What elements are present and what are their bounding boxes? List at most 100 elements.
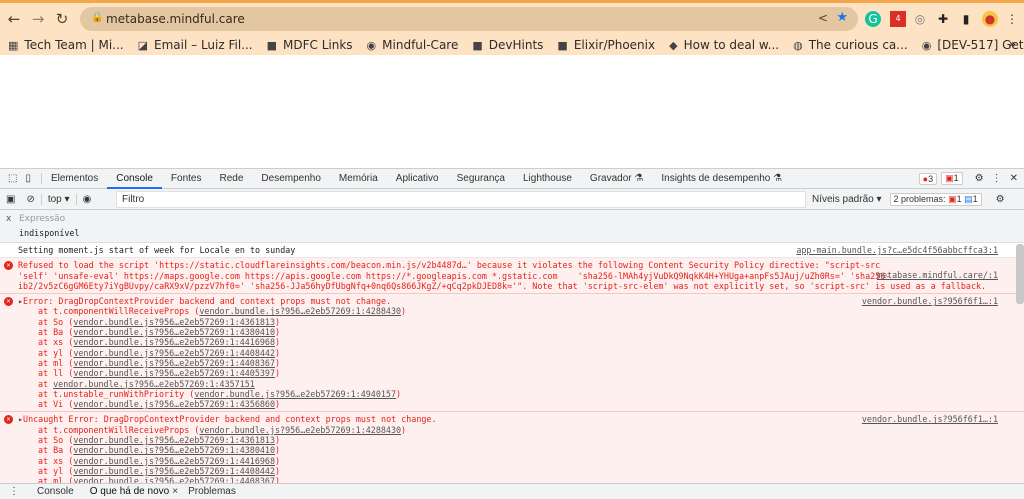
stack-location-link[interactable]: vendor.bundle.js?956…e2eb57269:1:4380410 — [73, 327, 275, 337]
bookmark-item[interactable]: ◪ Email – Luiz Fil... — [138, 38, 253, 52]
more-options-icon[interactable]: ⋮ — [992, 173, 1002, 184]
stack-location-link[interactable]: vendor.bundle.js?956…e2eb57269:1:4408367 — [73, 358, 275, 368]
timer-icon[interactable]: ◎ — [912, 11, 928, 27]
settings-icon[interactable]: ⚙ — [975, 173, 984, 184]
extension-icon[interactable]: 4 — [890, 11, 906, 27]
inspect-icon[interactable]: ⬚ — [0, 173, 21, 184]
stack-fn: at So — [38, 316, 64, 327]
error-icon: ✕ — [4, 261, 13, 271]
log-source-link[interactable]: app-main.bundle.js?c…e5dc4f56abbcffca3:1 — [796, 245, 998, 255]
stack-location-link[interactable]: vendor.bundle.js?956…e2eb57269:1:4940157 — [194, 389, 396, 399]
console-scrollbar[interactable] — [1016, 244, 1024, 304]
github-icon: ◉ — [366, 38, 377, 52]
stack-location-link[interactable]: vendor.bundle.js?956…e2eb57269:1:4288430 — [199, 306, 401, 316]
close-tab-icon[interactable]: × — [172, 486, 184, 497]
tab-9[interactable]: Gravador ⚗ — [581, 169, 652, 189]
stack-frame: at ml (vendor.bundle.js?956…e2eb57269:1:… — [38, 357, 281, 368]
stack-frame: at t.componentWillReceiveProps (vendor.b… — [38, 424, 407, 435]
bookmark-label: How to deal w... — [683, 38, 780, 52]
page-content — [0, 55, 1024, 168]
issue-count-badge[interactable]: ▣1 — [941, 172, 963, 185]
stack-location-link[interactable]: vendor.bundle.js?956…e2eb57269:1:4416968 — [73, 337, 275, 347]
drawer-tab-problems[interactable]: Problemas — [184, 486, 240, 497]
close-devtools-icon[interactable]: ✕ — [1010, 173, 1018, 184]
error-count-badge[interactable]: ●3 — [918, 172, 938, 185]
stack-location-link[interactable]: vendor.bundle.js?956…e2eb57269:1:4405397 — [73, 368, 275, 378]
folder-icon: ■ — [266, 38, 278, 52]
stack-location-link[interactable]: vendor.bundle.js?956…e2eb57269:1:4361813 — [73, 435, 275, 445]
tab-0[interactable]: Elementos — [42, 169, 107, 189]
log-levels-select[interactable]: Níveis padrão ▾ — [812, 194, 882, 205]
console-settings-icon[interactable]: ⚙ — [996, 194, 1005, 205]
bookmarks-bar: ▦ Tech Team | Mi... ◪ Email – Luiz Fil... ■ M… — [0, 34, 1024, 56]
stack-fn: at Vi — [38, 399, 64, 410]
stack-location-link[interactable]: vendor.bundle.js?956…e2eb57269:1:4357151 — [53, 379, 255, 389]
drawer-tab-console[interactable]: Console — [29, 486, 82, 497]
problems-label: 2 problemas: — [893, 194, 946, 204]
context-select[interactable]: top ▾ — [40, 193, 76, 205]
bookmark-item[interactable]: ■ DevHints — [472, 38, 543, 52]
drawer-tab-whats-new[interactable]: O que há de novo — [82, 486, 173, 497]
error-header[interactable]: ▸Uncaught Error: DragDropContextProvider… — [18, 414, 998, 424]
bookmark-item[interactable]: ■ MDFC Links — [267, 38, 353, 52]
filter-input[interactable]: Filtro — [116, 191, 806, 208]
tab-5[interactable]: Memória — [330, 169, 387, 189]
device-toggle-icon[interactable]: ▯ — [21, 173, 42, 184]
extensions-puzzle-icon[interactable]: ✚ — [935, 11, 951, 27]
reload-button[interactable]: ↻ — [52, 9, 72, 29]
console-toolbar: ▣ ⊘ top ▾ ◉ Filtro Níveis padrão ▾ 2 pro… — [0, 189, 1024, 210]
stack-location-link[interactable]: vendor.bundle.js?956…e2eb57269:1:4408367 — [73, 476, 275, 483]
tab-7[interactable]: Segurança — [448, 169, 514, 189]
bookmark-item[interactable]: ◍ The curious ca... — [793, 38, 908, 52]
bookmark-item[interactable]: ◉ Mindful-Care — [367, 38, 459, 52]
more-bookmarks-button[interactable]: » — [1009, 37, 1016, 51]
stack-location-link[interactable]: vendor.bundle.js?956…e2eb57269:1:4288430 — [199, 425, 401, 435]
tab-6[interactable]: Aplicativo — [387, 169, 448, 189]
bookmark-item[interactable]: ◆ How to deal w... — [669, 38, 779, 52]
tab-8[interactable]: Lighthouse — [514, 169, 581, 189]
error-header[interactable]: ▸Error: DragDropContextProvider backend … — [18, 296, 998, 306]
bookmark-item[interactable]: ■ Elixir/Phoenix — [557, 38, 655, 52]
bookmark-item[interactable]: ▦ Tech Team | Mi... — [8, 38, 124, 52]
sidebar-toggle-icon[interactable]: ▣ — [0, 194, 20, 205]
stack-location-link[interactable]: vendor.bundle.js?956…e2eb57269:1:4361813 — [73, 317, 275, 327]
profile-avatar[interactable]: ● — [982, 11, 998, 27]
tab-1[interactable]: Console — [107, 169, 162, 189]
stack-fn: at Ba — [38, 445, 64, 456]
problems-info-count: 1 — [972, 194, 978, 204]
stack-fn: at yl — [38, 347, 64, 358]
error-source-link[interactable]: vendor.bundle.js?956f6f1…:1 — [862, 414, 998, 424]
bookmark-label: Email – Luiz Fil... — [154, 38, 253, 52]
tab-4[interactable]: Desempenho — [252, 169, 329, 189]
error-source-link[interactable]: metabase.mindful.care/:1 — [877, 270, 998, 280]
grammarly-icon[interactable]: G — [865, 11, 881, 27]
tab-3[interactable]: Rede — [211, 169, 253, 189]
stack-frame: at So (vendor.bundle.js?956…e2eb57269:1:… — [38, 316, 281, 327]
forward-button[interactable]: → — [28, 9, 48, 29]
stack-location-link[interactable]: vendor.bundle.js?956…e2eb57269:1:4356860 — [73, 399, 275, 409]
menu-icon[interactable]: ⋮ — [1004, 11, 1020, 27]
share-icon[interactable]: < — [818, 11, 828, 25]
log-text: Setting moment.js start of week for Loca… — [18, 245, 296, 255]
stack-location-link[interactable]: vendor.bundle.js?956…e2eb57269:1:4380410 — [73, 445, 275, 455]
error-text-line: Refused to load the script 'https://stat… — [18, 260, 886, 271]
stack-location-link[interactable]: vendor.bundle.js?956…e2eb57269:1:4408442 — [73, 348, 275, 358]
stack-location-link[interactable]: vendor.bundle.js?956…e2eb57269:1:4416968 — [73, 456, 275, 466]
globe-icon: ◍ — [793, 38, 803, 52]
tab-2[interactable]: Fontes — [162, 169, 211, 189]
back-button[interactable]: ← — [4, 9, 24, 29]
drawer-menu-icon[interactable]: ⋮ — [0, 486, 29, 497]
extension-badge: 4 — [895, 14, 901, 23]
tab-10[interactable]: Insights de desempenho ⚗ — [652, 169, 791, 189]
address-bar[interactable]: 🔒 metabase.mindful.care < ★ — [80, 7, 858, 31]
expression-label[interactable]: Expressão — [19, 214, 65, 224]
live-expression-eye-icon[interactable]: ◉ — [75, 193, 98, 205]
sidepanel-icon[interactable]: ▮ — [958, 11, 974, 27]
error-source-link[interactable]: vendor.bundle.js?956f6f1…:1 — [862, 296, 998, 306]
stack-location-link[interactable]: vendor.bundle.js?956…e2eb57269:1:4408442 — [73, 466, 275, 476]
browser-chrome: ← → ↻ 🔒 metabase.mindful.care < ★ G 4 ◎ … — [0, 0, 1024, 55]
clear-console-icon[interactable]: ⊘ — [20, 194, 40, 205]
remove-expression-icon[interactable]: x — [6, 214, 11, 224]
problems-button[interactable]: 2 problemas: ▣1 ▤1 — [889, 193, 982, 206]
bookmark-star-icon[interactable]: ★ — [836, 10, 848, 25]
